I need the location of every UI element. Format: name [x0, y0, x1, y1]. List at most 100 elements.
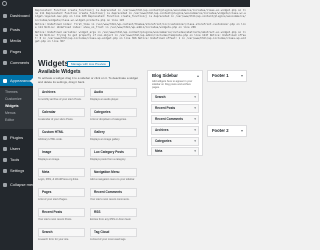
menu-item-tools[interactable]: Tools — [0, 154, 33, 165]
submenu-item-editor[interactable]: Editor — [5, 118, 14, 123]
widget-image[interactable]: Image — [38, 148, 85, 157]
widget-tag-cloud[interactable]: Tag Cloud — [90, 228, 137, 237]
widget-archives[interactable]: Archives — [38, 88, 85, 97]
chevron-down-icon[interactable]: ▾ — [194, 149, 196, 154]
appearance-icon — [3, 78, 7, 83]
menu-label: Users — [10, 146, 21, 151]
widget-custom-html[interactable]: Custom HTML — [38, 128, 85, 137]
chevron-down-icon[interactable]: ▾ — [194, 95, 196, 100]
widget-description: A search form for your site. — [38, 238, 69, 241]
available-widgets: Available Widgets To activate a widget d… — [38, 70, 143, 250]
widget-navigation-menu[interactable]: Navigation Menu — [90, 168, 137, 177]
footer-1-title: Footer 1 — [212, 73, 229, 78]
wordpress-logo-icon[interactable] — [2, 1, 7, 6]
admin-bar — [0, 0, 250, 7]
widget-title: Recent Posts — [155, 106, 176, 110]
submenu-item-customize[interactable]: Customize — [5, 97, 22, 102]
chevron-up-icon[interactable]: ▴ — [197, 74, 199, 78]
widget-pages[interactable]: Pages — [38, 188, 85, 197]
footer-2-panel[interactable]: Footer 2 ▾ — [207, 125, 247, 137]
sidebar-widget-search[interactable]: Search ▾ — [151, 93, 199, 102]
widget-categories[interactable]: Categories — [90, 108, 137, 117]
widget-recent-posts[interactable]: Recent Posts — [38, 208, 85, 217]
dashboard-icon — [3, 13, 7, 18]
sidebar-widget-recent-comments[interactable]: Recent Comments ▾ — [151, 115, 199, 124]
menu-item-pages[interactable]: Pages — [0, 46, 33, 57]
comments-icon — [3, 60, 7, 65]
widget-lux-category-posts[interactable]: Lux Category Posts — [90, 148, 137, 157]
widget-description: Displays an image. — [38, 158, 60, 161]
widget-title: Image — [42, 150, 52, 154]
widget-title: Lux Category Posts — [94, 150, 124, 154]
available-widgets-title: Available Widgets — [38, 69, 81, 75]
plugins-icon — [3, 135, 7, 140]
widget-title: Archives — [155, 128, 169, 132]
widget-title: Gallery — [94, 130, 105, 134]
settings-icon — [3, 168, 7, 173]
footer-1-panel[interactable]: Footer 1 ▾ — [207, 70, 247, 82]
widget-calendar[interactable]: Calendar — [38, 108, 85, 117]
manage-live-preview-button[interactable]: Manage with Live Preview — [67, 61, 110, 67]
widget-title: Custom HTML — [42, 130, 64, 134]
menu-label: Media — [10, 38, 21, 43]
php-notices: Deprecated: Function create_function() i… — [35, 9, 247, 58]
widget-title: Audio — [94, 90, 104, 94]
collapse-menu-button[interactable]: Collapse menu — [0, 179, 33, 190]
widget-title: Recent Comments — [94, 190, 122, 194]
menu-label: Plugins — [10, 135, 24, 140]
submenu-item-widgets[interactable]: Widgets — [5, 104, 19, 109]
menu-label: Collapse menu — [10, 182, 33, 187]
widget-title: RSS — [94, 210, 101, 214]
notice-text: Deprecated: Function create_function() i… — [35, 9, 246, 22]
widget-description: Displays an audio player. — [90, 98, 119, 101]
menu-item-settings[interactable]: Settings — [0, 165, 33, 176]
sidebar-widget-archives[interactable]: Archives ▾ — [151, 126, 199, 135]
menu-item-users[interactable]: Users — [0, 143, 33, 154]
posts-icon — [3, 27, 7, 32]
widget-gallery[interactable]: Gallery — [90, 128, 137, 137]
widget-search[interactable]: Search — [38, 228, 85, 237]
menu-item-dashboard[interactable]: Dashboard — [0, 10, 33, 21]
chevron-down-icon[interactable]: ▾ — [194, 106, 196, 111]
submenu-item-themes[interactable]: Themes — [5, 90, 18, 95]
widget-title: Recent Posts — [42, 210, 63, 214]
widget-description: A list of your site's Pages. — [38, 198, 68, 201]
widget-meta[interactable]: Meta — [38, 168, 85, 177]
widget-title: Meta — [42, 170, 50, 174]
blog-sidebar-title[interactable]: Blog Sidebar — [152, 73, 178, 78]
widget-description: Your site's most recent Posts. — [38, 218, 72, 221]
widget-rss[interactable]: RSS — [90, 208, 137, 217]
notice-text: Notice: Undefined variable: widget_args … — [35, 30, 246, 44]
widget-description: Add a navigation menu to your sidebar. — [90, 178, 135, 181]
menu-item-media[interactable]: Media — [0, 35, 33, 46]
widget-description: Login, RSS, & WordPress.org links. — [38, 178, 79, 181]
sidebar-widget-categories[interactable]: Categories ▾ — [151, 137, 199, 146]
sidebar-widget-meta[interactable]: Meta ▾ — [151, 147, 199, 156]
menu-item-plugins[interactable]: Plugins — [0, 132, 33, 143]
chevron-down-icon[interactable]: ▾ — [194, 128, 196, 133]
menu-item-comments[interactable]: Comments — [0, 57, 33, 68]
chevron-down-icon[interactable]: ▾ — [241, 129, 243, 133]
chevron-down-icon[interactable]: ▾ — [241, 74, 243, 78]
widget-title: Search — [42, 230, 53, 234]
collapse-icon — [3, 182, 7, 187]
users-icon — [3, 146, 7, 151]
media-icon — [3, 38, 7, 43]
submenu-item-menus[interactable]: Menus — [5, 111, 16, 116]
widget-description: A list or dropdown of categories. — [90, 118, 127, 121]
sidebar-widget-recent-posts[interactable]: Recent Posts ▾ — [151, 104, 199, 113]
widget-title: Calendar — [42, 110, 56, 114]
blog-sidebar-description: Add widgets here to appear in your sideb… — [152, 80, 193, 89]
chevron-down-icon[interactable]: ▾ — [194, 117, 196, 122]
widget-description: Your site's most recent comments. — [90, 198, 130, 201]
menu-label: Tools — [10, 157, 20, 162]
widget-description: Arbitrary HTML code. — [38, 138, 63, 141]
widget-title: Search — [155, 95, 166, 99]
widget-description: A monthly archive of your site's Posts. — [38, 98, 82, 101]
menu-item-appearance[interactable]: Appearance — [0, 75, 33, 86]
widget-recent-comments[interactable]: Recent Comments — [90, 188, 137, 197]
widget-audio[interactable]: Audio — [90, 88, 137, 97]
chevron-down-icon[interactable]: ▾ — [194, 139, 196, 144]
menu-item-posts[interactable]: Posts — [0, 24, 33, 35]
menu-label: Pages — [10, 49, 22, 54]
